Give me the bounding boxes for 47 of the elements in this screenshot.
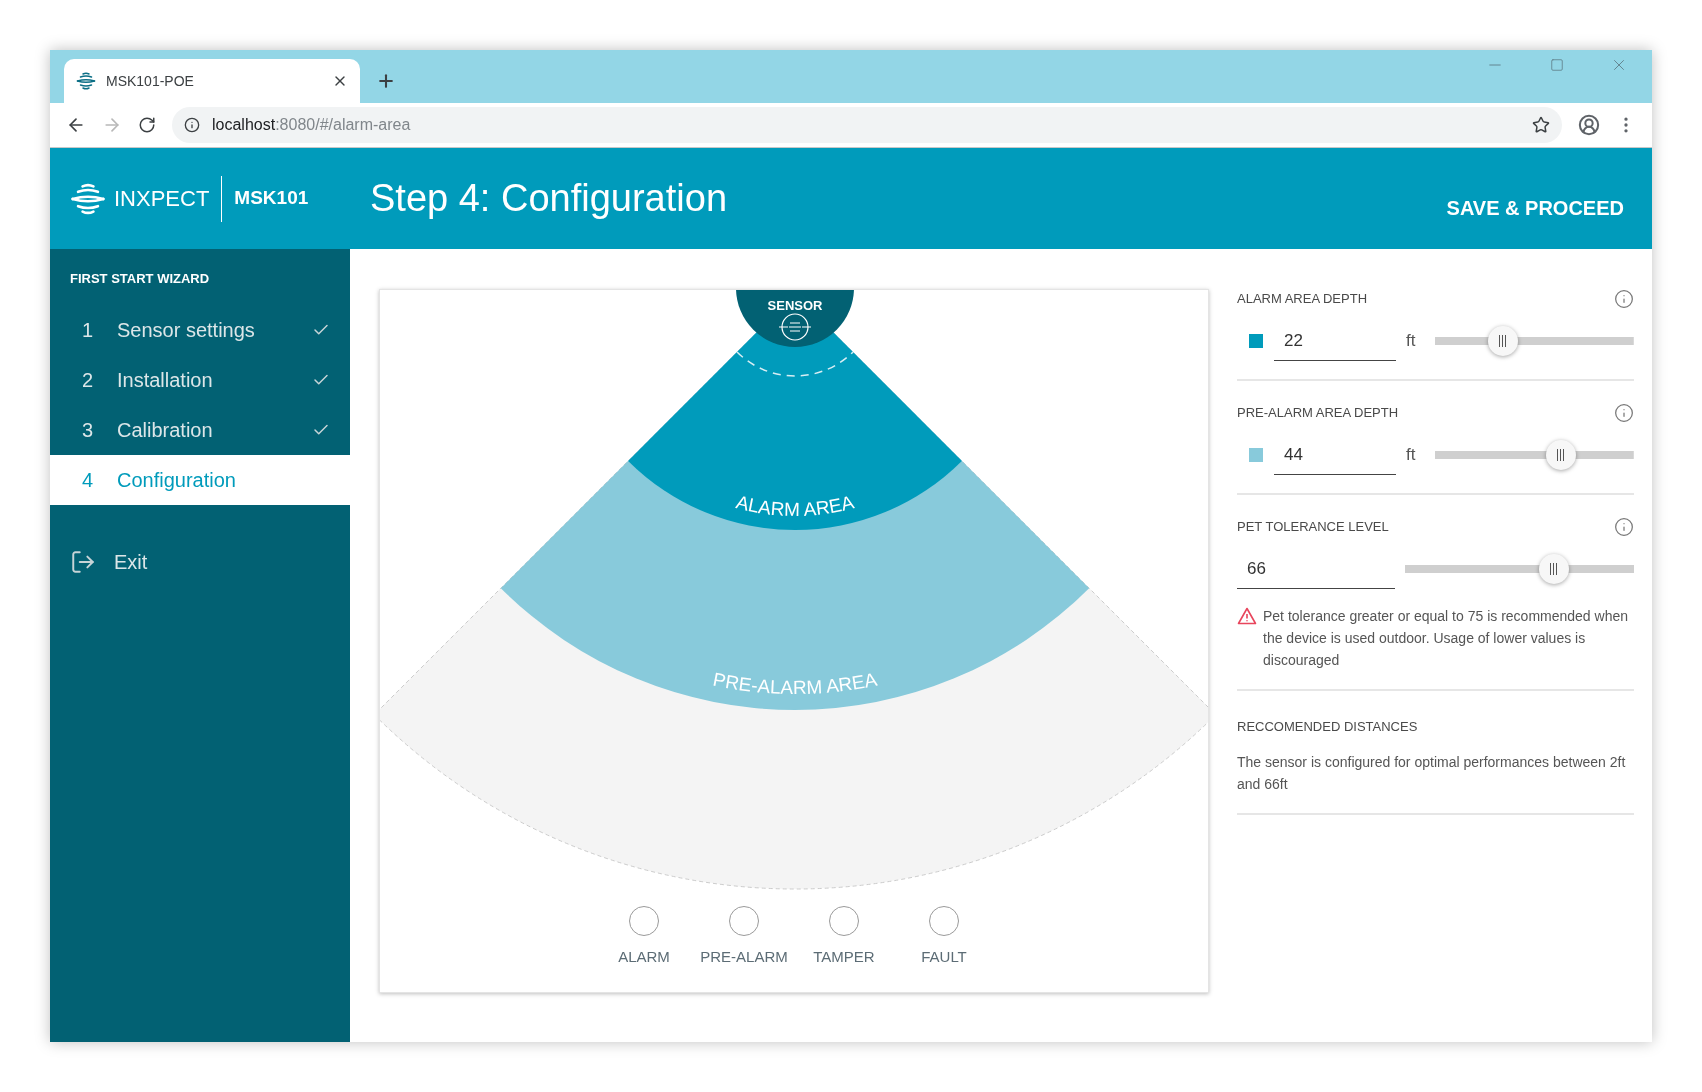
indicator-label: ALARM xyxy=(618,947,670,967)
indicator-label: FAULT xyxy=(921,947,967,967)
slider-thumb[interactable] xyxy=(1545,440,1576,470)
slider-thumb[interactable] xyxy=(1538,554,1569,584)
favicon-icon xyxy=(76,71,96,91)
value-field[interactable]: 66 xyxy=(1237,549,1395,589)
sensor-icon xyxy=(778,313,812,341)
star-icon[interactable] xyxy=(1532,116,1550,134)
profile-icon[interactable] xyxy=(1578,114,1600,136)
sidebar-heading: FIRST START WIZARD xyxy=(69,270,211,288)
value-field[interactable]: 22 xyxy=(1274,321,1396,361)
sensor-label: SENSOR xyxy=(767,298,823,313)
indicator-label: PRE-ALARM xyxy=(700,947,788,967)
exit-icon xyxy=(70,549,96,575)
area-label: PRE-ALARM AREA xyxy=(711,668,879,699)
info-icon xyxy=(184,117,200,133)
info-icon[interactable] xyxy=(1614,289,1634,309)
indicator-label: TAMPER xyxy=(813,947,875,967)
reload-icon[interactable] xyxy=(138,116,156,134)
wizard-step[interactable]: 2 Installation xyxy=(50,355,350,405)
wizard-step[interactable]: 4 Configuration xyxy=(50,455,350,505)
exit-link[interactable]: Exit xyxy=(50,547,148,577)
tab-title: MSK101-POE xyxy=(106,71,195,91)
section-title: RECCOMENDED DISTANCES xyxy=(1237,718,1419,736)
unit-label: ft xyxy=(1406,444,1416,467)
save-proceed-button[interactable]: SAVE & PROCEED xyxy=(1446,192,1624,223)
value-field[interactable]: 44 xyxy=(1274,435,1396,475)
browser-tab[interactable]: MSK101-POE xyxy=(64,59,360,103)
warning-icon xyxy=(1237,607,1257,625)
address-field[interactable]: localhost:8080/#/alarm-area xyxy=(172,107,1562,143)
wizard-step[interactable]: 1 Sensor settings xyxy=(50,305,350,355)
info-icon[interactable] xyxy=(1614,403,1634,423)
product-name: MSK101 xyxy=(234,186,309,211)
area-label: ALARM AREA xyxy=(733,491,857,521)
page-title: Step 4: Configuration xyxy=(370,176,728,221)
warning-text: Pet tolerance greater or equal to 75 is recommended when the device is used outdoor. Usage of lower values is discouraged xyxy=(1263,607,1629,670)
wizard-step[interactable]: 3 Calibration xyxy=(50,405,350,455)
slider-thumb[interactable] xyxy=(1487,326,1518,356)
setting-title: PET TOLERANCE LEVEL xyxy=(1237,518,1389,537)
new-tab-icon[interactable] xyxy=(376,71,396,91)
url-text: localhost:8080/#/alarm-area xyxy=(212,115,412,135)
setting-title: ALARM AREA DEPTH xyxy=(1237,290,1368,309)
info-icon[interactable] xyxy=(1614,517,1634,537)
unit-label: ft xyxy=(1406,330,1416,353)
brand-name: INXPECT xyxy=(114,185,210,213)
setting-title: PRE-ALARM AREA DEPTH xyxy=(1237,404,1399,423)
recommendation-text: The sensor is configured for optimal performances between 2ft and 66ft xyxy=(1237,752,1627,794)
